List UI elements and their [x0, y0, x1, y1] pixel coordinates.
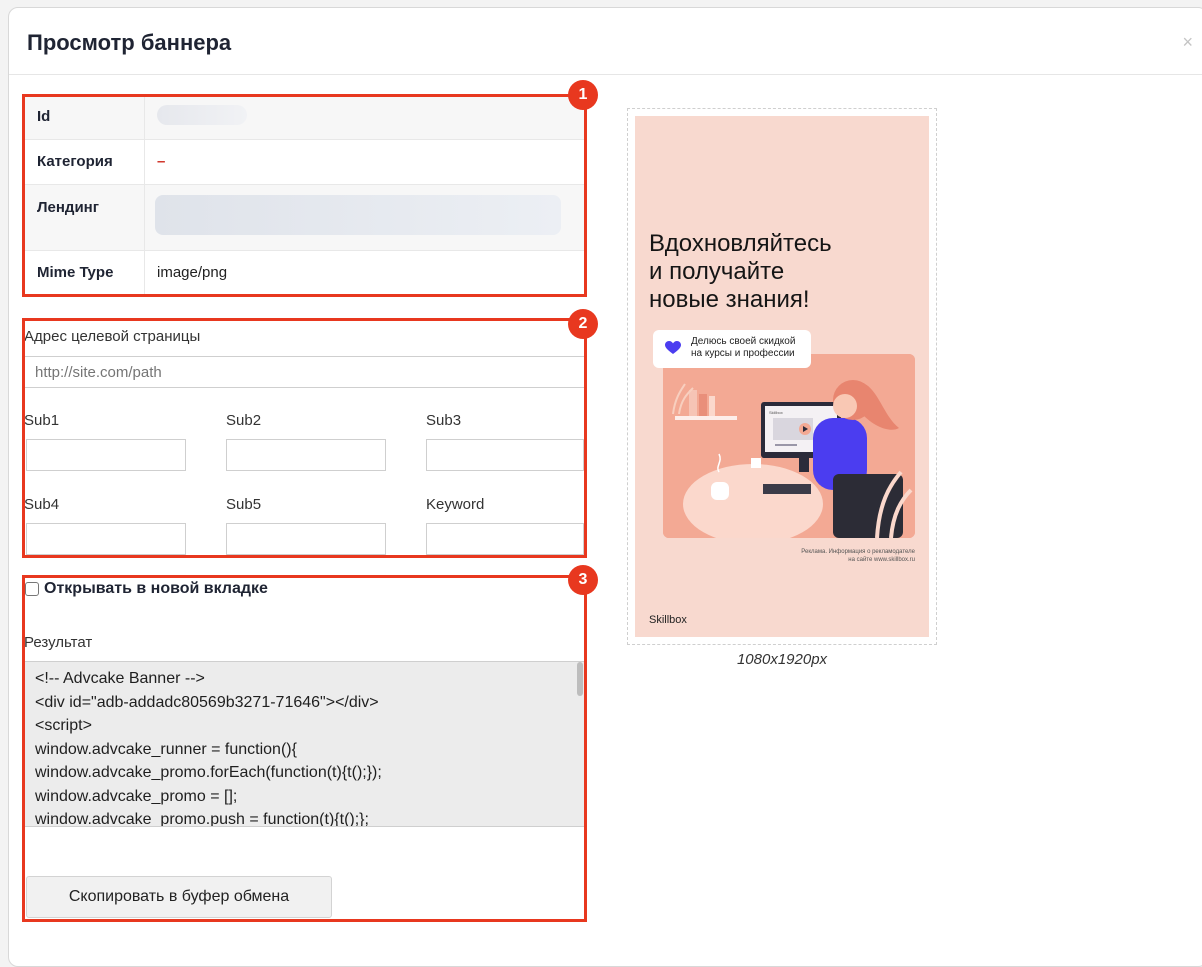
dialog-title: Просмотр баннера: [27, 30, 232, 55]
heart-icon: [665, 341, 681, 354]
dialog-header: Просмотр баннера ×: [9, 8, 1202, 75]
banner-tag-card: Делюсь своей скидкой на курсы и професси…: [653, 330, 811, 368]
banner-tag-text: Делюсь своей скидкой на курсы и професси…: [691, 336, 796, 359]
banner-illustration: Skillbox: [663, 354, 915, 538]
annotation-box-1: [22, 94, 587, 297]
banner-brand: Skillbox: [649, 614, 687, 626]
banner-image: Вдохновляйтесь и получайте новые знания!…: [635, 116, 929, 637]
banner-headline: Вдохновляйтесь и получайте новые знания!: [649, 230, 832, 313]
annotation-badge-3: 3: [568, 565, 598, 595]
svg-text:Skillbox: Skillbox: [769, 410, 783, 415]
annotation-box-3: [22, 575, 587, 922]
annotation-badge-2: 2: [568, 309, 598, 339]
banner-legal-text: Реклама. Информация о рекламодателе на с…: [801, 549, 915, 563]
close-icon[interactable]: ×: [1182, 32, 1193, 53]
annotation-box-2: [22, 318, 587, 558]
annotation-badge-1: 1: [568, 80, 598, 110]
banner-size-caption: 1080x1920px: [736, 651, 828, 668]
